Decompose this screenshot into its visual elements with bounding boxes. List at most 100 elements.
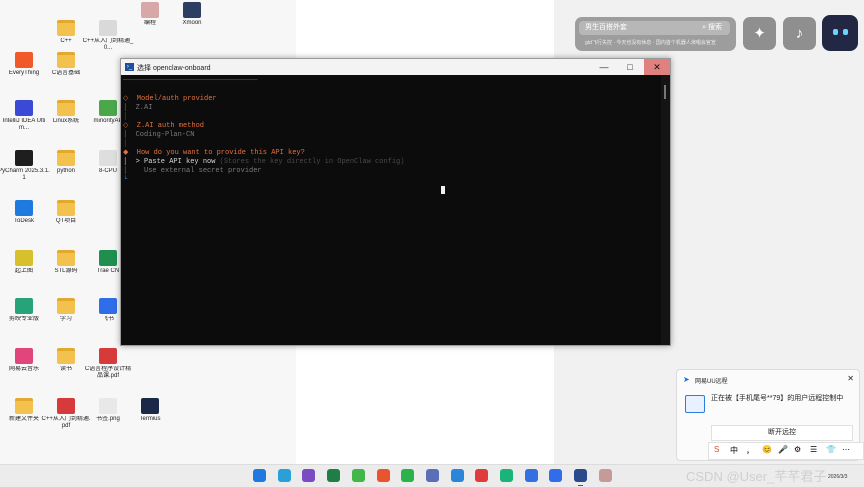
desktop-icon[interactable]: C语言程序设计精品课.pdf bbox=[82, 348, 134, 380]
app-icon bbox=[141, 398, 159, 414]
notification-app-name: 网易UU远程 bbox=[695, 379, 728, 385]
disconnect-button[interactable]: 断开远控 bbox=[711, 425, 853, 441]
file-icon bbox=[99, 398, 117, 414]
ime-item[interactable]: 😊 bbox=[762, 445, 772, 454]
app-icon bbox=[15, 250, 33, 266]
wps-icon[interactable] bbox=[475, 469, 489, 482]
desktop-icon[interactable]: QT项目 bbox=[40, 200, 92, 225]
folder-icon bbox=[15, 398, 33, 414]
terminal-line: ◇ Model/auth provider bbox=[123, 95, 217, 103]
folder-icon bbox=[57, 20, 75, 36]
widget-star-icon[interactable]: ✦ bbox=[743, 17, 776, 50]
app-icon bbox=[183, 2, 201, 18]
terminal-line: │ bbox=[123, 113, 128, 121]
notes-icon[interactable] bbox=[524, 469, 538, 482]
folder-icon bbox=[57, 52, 75, 68]
desktop-icon[interactable]: C语言基础 bbox=[40, 52, 92, 77]
desktop-icon[interactable]: Termius bbox=[124, 398, 176, 423]
terminal-line: │ bbox=[123, 140, 128, 148]
csdn-icon[interactable] bbox=[376, 469, 390, 482]
robot-assistant-icon[interactable] bbox=[822, 15, 858, 51]
file-icon bbox=[99, 348, 117, 364]
tiktok-icon[interactable]: ♪ bbox=[783, 17, 816, 50]
ime-item[interactable]: 🎤 bbox=[778, 445, 788, 454]
window-titlebar[interactable]: ›_ 选择 openclaw-onboard — □ ✕ bbox=[121, 59, 670, 75]
window-title: 选择 openclaw-onboard bbox=[137, 65, 211, 72]
terminal-line: ◇ Z.AI auth method bbox=[123, 122, 204, 130]
terminal-line: │ Use external secret provider bbox=[123, 167, 262, 175]
folder-icon bbox=[57, 348, 75, 364]
file-icon bbox=[57, 398, 75, 414]
ime-item[interactable]: 中 bbox=[730, 445, 738, 456]
search-widget[interactable]: 男生百搭外套 ⌕ 搜索 gtd飞行失控 · 今天也没有休息 · 国内首个机器人演… bbox=[575, 17, 736, 51]
terminal-line: ◆ How do you want to provide this API ke… bbox=[123, 149, 305, 157]
desktop-icon-label: QT项目 bbox=[55, 218, 77, 224]
ime-item[interactable]: 👕 bbox=[826, 445, 836, 454]
desktop-icon-label: C语言基础 bbox=[51, 70, 81, 76]
terminal-line: ──────────────────────────────── bbox=[123, 77, 258, 85]
app-icon bbox=[15, 150, 33, 166]
ime-item[interactable]: ⚙ bbox=[794, 445, 801, 454]
terminal-line: │ Z.AI bbox=[123, 104, 153, 112]
app-icon bbox=[141, 2, 159, 18]
ime-item[interactable]: ⋯ bbox=[842, 445, 850, 454]
scrollbar[interactable] bbox=[661, 75, 670, 345]
feishu-icon[interactable] bbox=[549, 469, 563, 482]
text-cursor bbox=[441, 186, 445, 194]
maximize-button[interactable]: □ bbox=[617, 59, 643, 75]
windows-start-icon[interactable] bbox=[253, 469, 266, 482]
folder-icon bbox=[57, 200, 75, 216]
ime-item[interactable]: ， bbox=[746, 445, 754, 456]
photos-icon[interactable] bbox=[425, 469, 439, 482]
app-icon bbox=[15, 52, 33, 68]
desktop-icon-label: C语言程序设计精品课.pdf bbox=[84, 366, 132, 379]
taskbar-date: 2026/3/3 bbox=[828, 474, 848, 480]
app-icon bbox=[15, 298, 33, 314]
terminal-output[interactable]: ──────────────────────────────── ◇ Model/… bbox=[121, 75, 661, 345]
terminal-icon: ›_ bbox=[125, 63, 134, 71]
terminal-line: │ Coding-Plan-CN bbox=[123, 131, 195, 139]
close-button[interactable]: ✕ bbox=[644, 59, 670, 75]
watermark: CSDN @User_芊芊君子 bbox=[686, 469, 827, 484]
ime-item[interactable]: S bbox=[714, 445, 719, 454]
console-window[interactable]: ›_ 选择 openclaw-onboard — □ ✕ ───────────… bbox=[120, 58, 671, 346]
ime-item[interactable]: ☰ bbox=[810, 445, 817, 454]
search-query[interactable]: 男生百搭外套 bbox=[585, 21, 627, 35]
wechat-icon[interactable] bbox=[401, 469, 415, 482]
desktop-icon[interactable]: Xmoon bbox=[166, 2, 218, 27]
notification-close-icon[interactable]: ✕ bbox=[847, 374, 854, 383]
file-icon bbox=[99, 150, 117, 166]
uu-remote-icon: ➤ bbox=[683, 375, 690, 384]
trae-icon[interactable] bbox=[500, 469, 513, 482]
app-icon bbox=[99, 298, 117, 314]
desktop-icon-label: Termius bbox=[139, 416, 161, 422]
terminal-line: │ > Paste API key now (Stores the key di… bbox=[123, 158, 405, 166]
qt-creator-icon[interactable] bbox=[351, 469, 365, 482]
folder-icon bbox=[57, 100, 75, 116]
search-button[interactable]: ⌕ 搜索 bbox=[702, 21, 722, 35]
file-icon bbox=[99, 20, 117, 36]
app-icon bbox=[99, 100, 117, 116]
search-button-label: 搜索 bbox=[708, 24, 722, 31]
app-icon bbox=[15, 200, 33, 216]
visual-studio-icon[interactable] bbox=[302, 469, 316, 482]
ime-toolbar[interactable]: S 中 ， 😊 🎤 ⚙ ☰ 👕 ⋯ bbox=[708, 442, 864, 460]
avatar-app-icon[interactable] bbox=[598, 469, 612, 482]
desktop-icon-label: C++从入门到精通_0... bbox=[82, 38, 134, 51]
terminal-icon[interactable] bbox=[574, 469, 588, 486]
search-bar[interactable]: 男生百搭外套 ⌕ 搜索 bbox=[579, 21, 730, 35]
scrollbar-thumb[interactable] bbox=[664, 85, 666, 99]
image-viewer-icon[interactable] bbox=[450, 469, 464, 482]
search-hot-topics[interactable]: gtd飞行失控 · 今天也没有休息 · 国内首个机器人演唱会官宣 bbox=[585, 39, 716, 46]
folder-icon bbox=[57, 150, 75, 166]
minimize-button[interactable]: — bbox=[591, 59, 617, 75]
paste-hint-text: (Stores the key directly in OpenClaw con… bbox=[215, 158, 405, 166]
edge-browser-icon[interactable] bbox=[277, 469, 291, 482]
terminal-line: └ bbox=[123, 176, 128, 184]
app-icon bbox=[15, 100, 33, 116]
spreadsheet-icon[interactable] bbox=[327, 469, 341, 482]
desktop-icon-label: Xmoon bbox=[182, 20, 202, 26]
notification-message: 正在被【手机尾号**79】的用户远程控制中 bbox=[711, 395, 844, 402]
app-icon bbox=[15, 348, 33, 364]
app-icon bbox=[99, 250, 117, 266]
